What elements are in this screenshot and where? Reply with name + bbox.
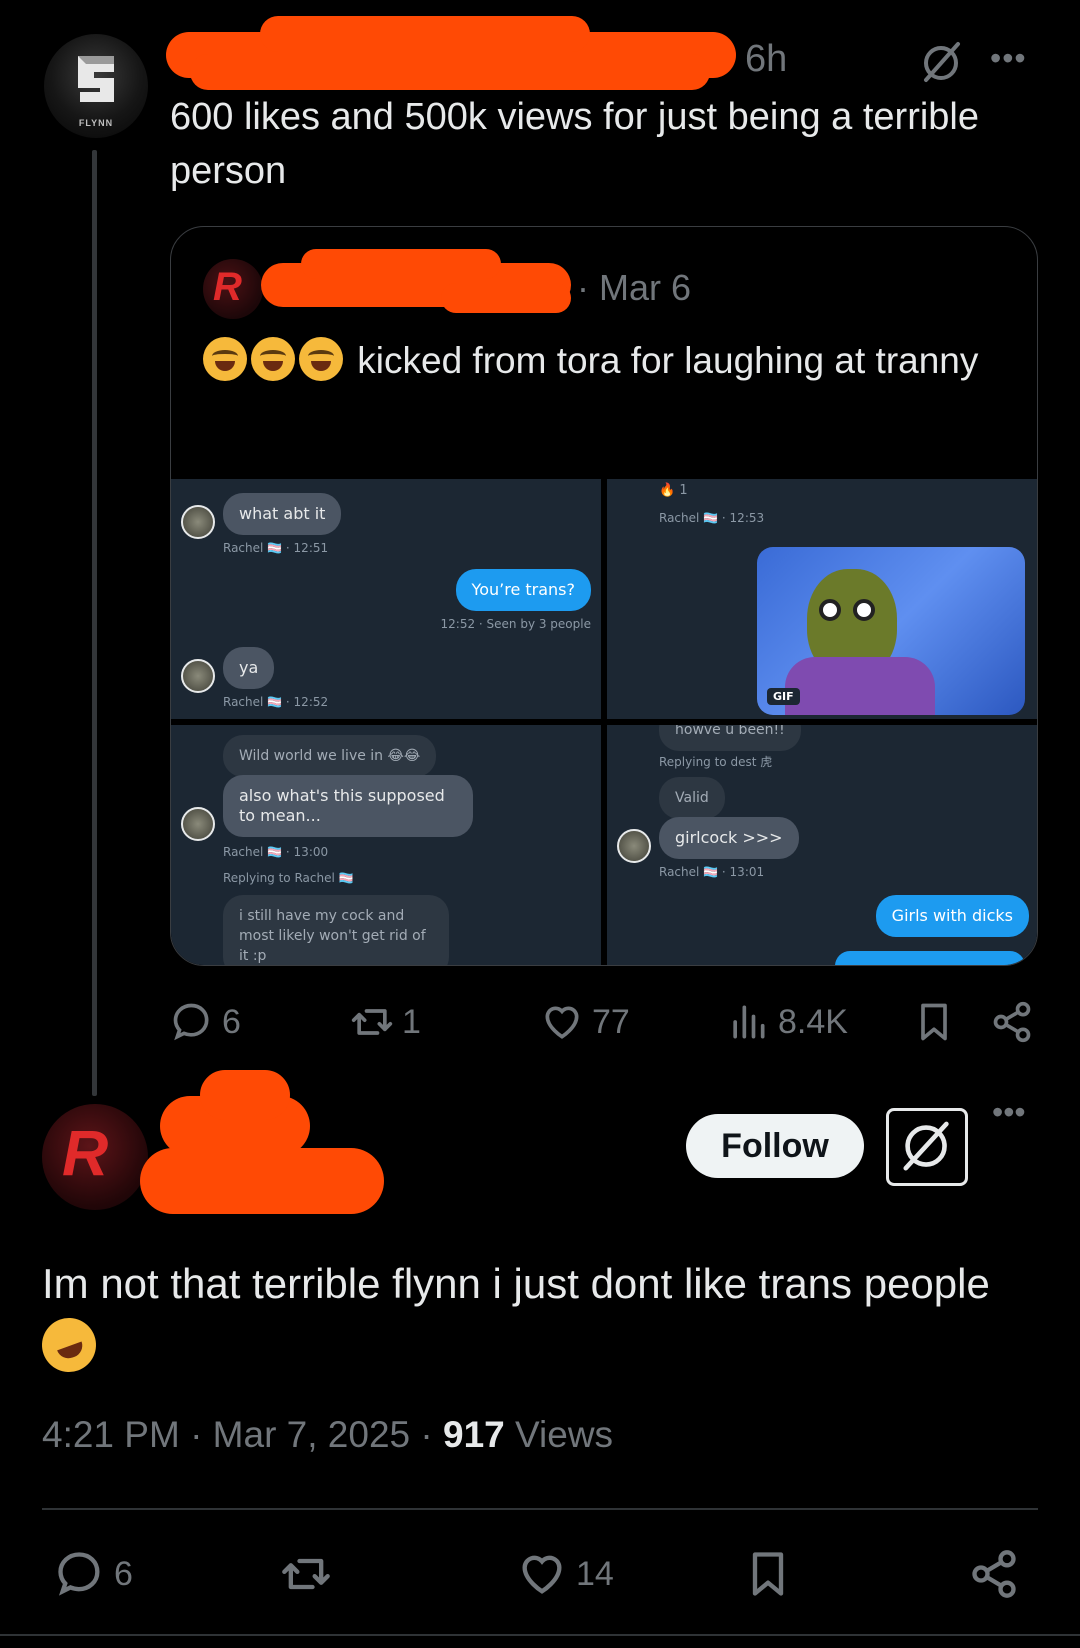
chat-avatar [181,505,215,539]
more-options-icon[interactable]: ••• [992,1094,1026,1131]
screenshot-2[interactable]: 🔥 1 Rachel 🏳️‍⚧️ · 12:53 GIF [607,479,1037,719]
reply-icon [58,1552,100,1596]
more-options-icon[interactable]: ••• [990,40,1027,77]
tweet-text: 600 likes and 500k views for just being … [170,96,980,192]
reply-count: 6 [222,1002,241,1041]
bookmark-icon [752,1552,784,1596]
heart-icon [545,1006,579,1039]
repost-icon [351,1009,393,1035]
chat-bubble: Valid [659,777,725,819]
screenshot-1[interactable]: what abt it Rachel 🏳️‍⚧️ · 12:51 You’re … [171,479,601,719]
bottom-divider [0,1634,1080,1636]
tweet-text-body: Im not that terrible flynn i just dont l… [42,1260,990,1307]
laughing-emoji-icon [203,337,247,381]
chat-reply-indicator: Replying to dest 虎 [659,755,773,769]
laughing-emoji-icon [251,337,295,381]
rolling-laughing-emoji-icon [34,1310,104,1380]
repost-button[interactable] [280,1548,340,1600]
chat-bubble: You’re trans? [455,569,591,611]
views-button[interactable]: 8.4K [726,1000,848,1044]
chat-bubble: ya [223,647,275,689]
chat-bubble: girlcock >>> [659,817,799,859]
chat-bubble-partial [835,951,1025,965]
heart-icon [522,1555,562,1594]
views-label: Views [504,1414,614,1455]
like-count: 14 [576,1554,614,1593]
share-button[interactable] [990,1000,1042,1044]
grok-icon [903,1121,949,1171]
bookmark-button[interactable] [912,1000,964,1044]
tweet-time[interactable]: 6h [745,38,787,81]
chat-bubble: what abt it [223,493,342,535]
bookmark-icon [921,1003,947,1041]
views-number: 917 [443,1414,505,1455]
avatar-brand-text: FLYNN [78,118,114,128]
follow-button[interactable]: Follow [686,1114,864,1178]
screenshot-3[interactable]: Wild world we live in 😂😂 also what's thi… [171,725,601,965]
chat-meta: 12:52 · Seen by 3 people [440,617,592,631]
chat-meta: Rachel 🏳️‍⚧️ · 13:00 [223,845,329,859]
chat-reply-indicator: Replying to Rachel 🏳️‍⚧️ [223,871,354,885]
gif-image: GIF [757,547,1025,715]
thread-connector [92,150,97,1096]
like-button[interactable]: 77 [540,1000,630,1044]
gif-badge: GIF [767,688,800,705]
redacted-name [441,283,571,313]
chat-avatar [617,829,651,863]
divider [42,1508,1038,1510]
chat-reaction: 🔥 1 [659,483,688,498]
timestamp-text[interactable]: 4:21 PM · Mar 7, 2025 · [42,1414,443,1455]
redacted-name [190,54,710,90]
logo-mark-icon [78,56,114,102]
grok-button[interactable] [886,1108,968,1186]
quoted-text: kicked from tora for laughing at tranny [203,335,1023,387]
tweet-timestamp: 4:21 PM · Mar 7, 2025 · 917 Views [42,1414,613,1456]
chat-meta: Rachel 🏳️‍⚧️ · 12:53 [659,511,765,525]
chat-bubble: also what's this supposed to mean... [223,775,473,837]
chat-meta: Rachel 🏳️‍⚧️ · 12:51 [223,541,329,555]
repost-icon [282,1558,330,1590]
repost-button[interactable]: 1 [350,1000,421,1044]
quoted-date: · Mar 6 [577,267,692,308]
main-action-bar: 6 14 [42,1548,1042,1604]
author-avatar[interactable]: R [42,1104,148,1210]
chat-meta: Rachel 🏳️‍⚧️ · 12:52 [223,695,329,709]
tweet-text: Im not that terrible flynn i just dont l… [34,1252,1042,1380]
bookmark-button[interactable] [742,1548,802,1600]
redacted-name [140,1148,384,1214]
redacted-name [301,249,501,279]
like-button[interactable]: 14 [516,1548,614,1600]
media-grid[interactable]: what abt it Rachel 🏳️‍⚧️ · 12:51 You’re … [171,479,1037,965]
chat-bubble: Wild world we live in 😂😂 [223,735,437,777]
reply-button[interactable]: 6 [170,1000,241,1044]
quoted-author-avatar: R [203,259,263,319]
share-icon [993,1001,1031,1043]
quoted-text-body: kicked from tora for laughing at tranny [357,340,979,381]
share-button[interactable] [968,1548,1028,1600]
redacted-name [260,16,590,52]
views-count: 8.4K [778,1002,848,1041]
redacted-name [200,1070,290,1120]
chat-bubble: howve u been!! [659,725,801,751]
reply-icon [173,1003,209,1041]
chat-meta: Rachel 🏳️‍⚧️ · 13:01 [659,865,765,879]
author-avatar[interactable]: FLYNN [44,34,148,138]
like-count: 77 [592,1002,630,1041]
screenshot-4[interactable]: howve u been!! Replying to dest 虎 Valid … [607,725,1037,965]
parent-action-bar: 6 1 77 8.4K [170,1000,1050,1050]
quoted-tweet-card[interactable]: R · Mar 6 kicked from tora for laughing … [170,226,1038,966]
chat-bubble: i still have my cock and most likely won… [223,895,449,965]
reply-count: 6 [114,1554,133,1593]
reply-button[interactable]: 6 [54,1548,133,1600]
views-icon [733,1005,765,1039]
grok-icon[interactable] [918,40,964,86]
laughing-emoji-icon [299,337,343,381]
chat-bubble: Girls with dicks [875,895,1029,937]
chat-avatar [181,659,215,693]
chat-avatar [181,807,215,841]
repost-count: 1 [402,1002,421,1041]
share-icon [972,1550,1016,1598]
